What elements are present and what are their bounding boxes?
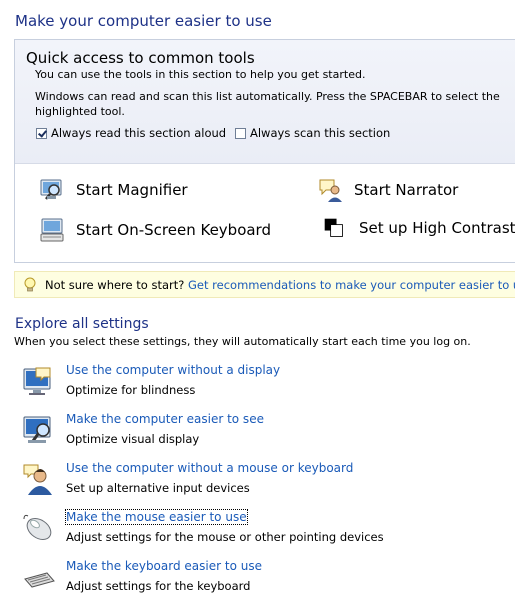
lightbulb-icon [24, 277, 36, 291]
start-narrator-label: Start Narrator [354, 181, 459, 199]
start-onscreen-keyboard-button[interactable]: Start On-Screen Keyboard [39, 217, 271, 243]
start-onscreen-keyboard-label: Start On-Screen Keyboard [76, 221, 271, 239]
use-computer-without-display-desc: Optimize for blindness [66, 383, 196, 397]
explore-settings-title: Explore all settings [15, 316, 149, 332]
checkbox-read-box[interactable] [36, 127, 47, 139]
make-computer-easier-to-see-desc: Optimize visual display [66, 432, 200, 446]
quick-access-description: You can use the tools in this section to… [35, 68, 366, 81]
user-speech-icon [23, 464, 52, 495]
always-scan-checkbox[interactable]: Always scan this section [235, 126, 390, 140]
monitor-speech-icon [23, 367, 51, 395]
magnifier-icon [40, 179, 62, 200]
make-mouse-easier-desc: Adjust settings for the mouse or other p… [66, 530, 384, 544]
make-keyboard-easier-desc: Adjust settings for the keyboard [66, 579, 251, 593]
set-up-high-contrast-button[interactable]: Set up High Contrast [323, 217, 515, 239]
mouse-icon [23, 514, 52, 540]
always-read-checkbox[interactable]: Always read this section aloud [36, 126, 226, 140]
keyboard-icon [24, 572, 55, 588]
explore-item-mouse-easier: Make the mouse easier to use Adjust sett… [22, 509, 502, 550]
set-up-high-contrast-label: Set up High Contrast [359, 219, 515, 237]
make-keyboard-easier-link[interactable]: Make the keyboard easier to use [66, 559, 262, 573]
explore-item-without-mouse-keyboard: Use the computer without a mouse or keyb… [22, 461, 502, 501]
always-read-label: Always read this section aloud [51, 126, 227, 140]
start-narrator-button[interactable]: Start Narrator [317, 177, 458, 203]
onscreen-keyboard-icon [40, 218, 64, 242]
explore-item-without-display: Use the computer without a display Optim… [22, 363, 502, 403]
start-magnifier-button[interactable]: Start Magnifier [39, 177, 188, 203]
high-contrast-icon [324, 218, 343, 237]
page-title: Make your computer easier to use [15, 12, 272, 30]
narrator-icon [319, 179, 342, 202]
quick-access-title: Quick access to common tools [26, 49, 255, 67]
start-magnifier-label: Start Magnifier [76, 181, 188, 199]
use-computer-without-display-link[interactable]: Use the computer without a display [66, 363, 280, 377]
use-computer-without-mouse-keyboard-desc: Set up alternative input devices [66, 481, 250, 495]
explore-settings-description: When you select these settings, they wil… [14, 335, 471, 348]
explore-item-easier-to-see: Make the computer easier to see Optimize… [22, 412, 502, 452]
use-computer-without-mouse-keyboard-link[interactable]: Use the computer without a mouse or keyb… [66, 461, 353, 475]
explore-item-keyboard-easier: Make the keyboard easier to use Adjust s… [22, 559, 502, 599]
hint-prefix: Not sure where to start? [45, 277, 185, 292]
checkbox-scan-box[interactable] [235, 127, 246, 139]
monitor-magnify-icon [23, 416, 51, 443]
always-scan-label: Always scan this section [250, 126, 391, 140]
recommendation-hint-bar: Not sure where to start? Get recommendat… [14, 271, 515, 298]
quick-access-panel: Quick access to common tools You can use… [14, 39, 515, 263]
make-computer-easier-to-see-link[interactable]: Make the computer easier to see [66, 412, 264, 426]
make-mouse-easier-link[interactable]: Make the mouse easier to use [65, 509, 248, 525]
quick-access-instructions: Windows can read and scan this list auto… [35, 90, 500, 118]
get-recommendations-link[interactable]: Get recommendations to make your compute… [188, 278, 515, 292]
